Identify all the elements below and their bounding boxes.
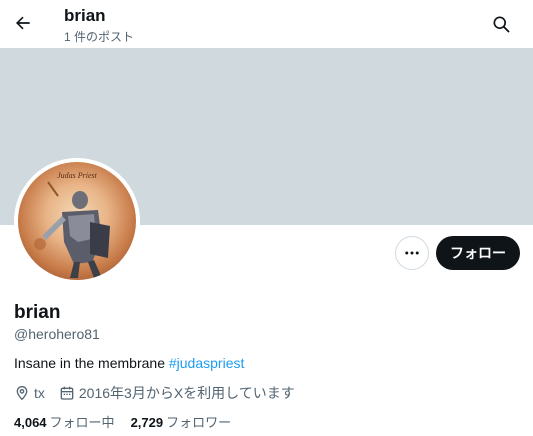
- more-dots-icon: [405, 251, 419, 255]
- search-icon: [493, 16, 510, 33]
- followers-label: フォロワー: [166, 415, 232, 430]
- profile-meta: tx 2016年3月からXを利用しています: [14, 383, 309, 403]
- more-options-button[interactable]: [395, 236, 429, 270]
- following-link[interactable]: 4,064 フォロー中: [14, 414, 115, 432]
- following-label: フォロー中: [49, 415, 115, 430]
- search-button[interactable]: [487, 10, 515, 38]
- location-pin-icon: [16, 385, 28, 401]
- following-count: 4,064: [14, 415, 47, 430]
- top-bar: brian 1 件のポスト: [0, 0, 533, 48]
- arrow-left-icon: [16, 16, 30, 30]
- followers-link[interactable]: 2,729 フォロワー: [131, 414, 232, 432]
- header-title-group: brian 1 件のポスト: [64, 5, 134, 46]
- location-text: tx: [34, 385, 45, 401]
- avatar-caption: Judas Priest: [57, 171, 98, 180]
- avatar[interactable]: Judas Priest: [14, 158, 140, 284]
- header-title: brian: [64, 6, 106, 25]
- follow-stats: 4,064 フォロー中 2,729 フォロワー: [14, 414, 247, 432]
- follow-button[interactable]: フォロー: [436, 236, 520, 270]
- post-count: 1 件のポスト: [64, 30, 135, 44]
- location-item: tx: [14, 385, 45, 401]
- bio-text: Insane in the membrane: [14, 355, 169, 371]
- avatar-artwork: Judas Priest: [34, 171, 110, 278]
- bio-hashtag-link[interactable]: #judaspriest: [169, 355, 245, 371]
- user-handle: @herohero81: [14, 326, 100, 342]
- display-name: brian: [14, 302, 61, 323]
- back-button[interactable]: [8, 8, 38, 38]
- avatar-image: Judas Priest: [18, 162, 136, 280]
- bio: Insane in the membrane #judaspriest: [14, 354, 244, 372]
- joined-item: 2016年3月からXを利用しています: [59, 383, 295, 403]
- calendar-icon: [60, 386, 74, 400]
- followers-count: 2,729: [130, 415, 164, 430]
- joined-text: 2016年3月からXを利用しています: [78, 385, 295, 401]
